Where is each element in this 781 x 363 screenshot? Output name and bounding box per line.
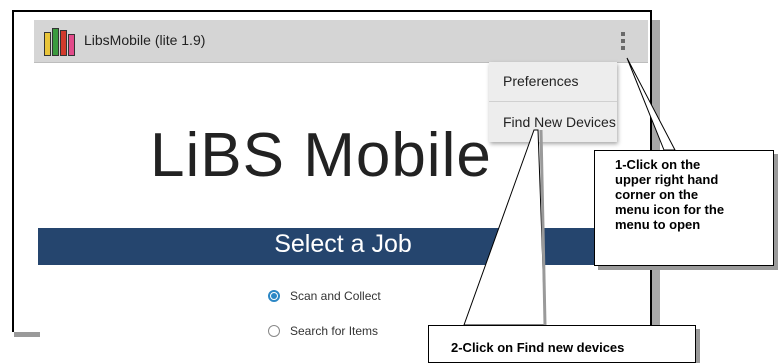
job-header-band: Select a Job (38, 228, 648, 265)
callout-step2: 2-Click on Find new devices (428, 325, 696, 363)
callout-step2-text: 2-Click on Find new devices (451, 340, 625, 355)
menu-item-find-new-devices[interactable]: Find New Devices (489, 101, 617, 142)
callout-step1: 1-Click on the upper right hand corner o… (594, 150, 774, 266)
app-logo-icon (44, 26, 76, 56)
menu-item-preferences[interactable]: Preferences (489, 62, 617, 101)
radio-selected[interactable] (268, 290, 280, 302)
hero-title: LiBS Mobile (150, 121, 492, 190)
option-label: Scan and Collect (290, 289, 381, 303)
overflow-menu: Preferences Find New Devices (489, 62, 617, 142)
radio-unselected[interactable] (268, 325, 280, 337)
overflow-menu-icon[interactable] (618, 30, 628, 52)
job-header-title: Select a Job (274, 230, 412, 258)
frame-shadow-bottom (14, 332, 40, 337)
callout-step1-text: 1-Click on the upper right hand corner o… (615, 157, 725, 232)
app-title: LibsMobile (lite 1.9) (84, 32, 206, 48)
option-label: Search for Items (290, 324, 379, 338)
action-bar: LibsMobile (lite 1.9) (34, 20, 648, 63)
